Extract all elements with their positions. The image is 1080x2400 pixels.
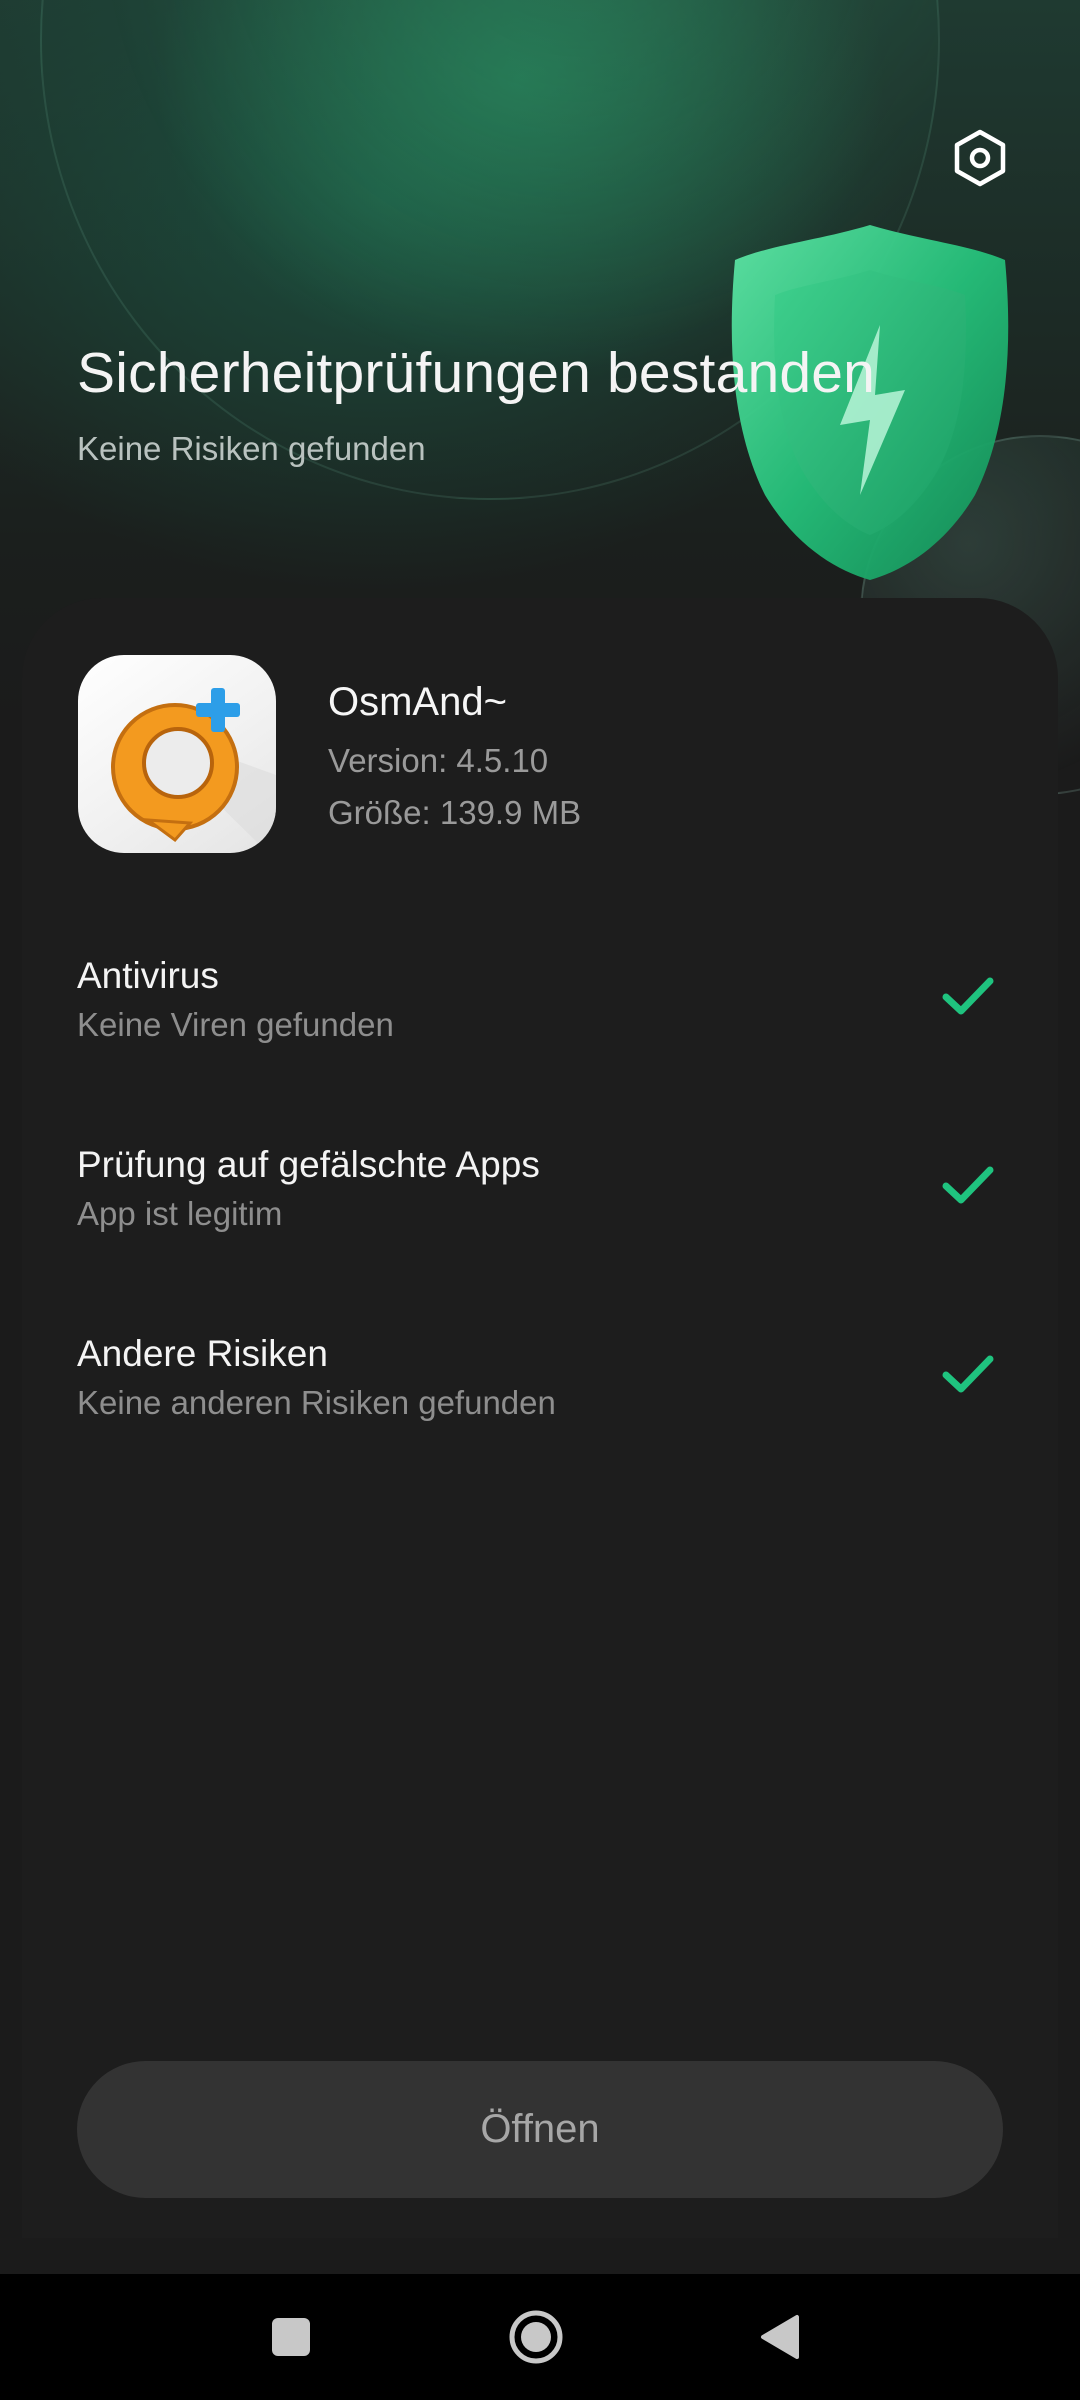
page-subtitle: Keine Risiken gefunden — [77, 430, 426, 467]
settings-hexagon-icon — [954, 129, 1006, 187]
check-subtitle: Keine Viren gefunden — [77, 1006, 394, 1043]
app-name: OsmAnd~ — [328, 680, 507, 724]
osmand-app-icon — [78, 655, 276, 853]
system-navigation-bar — [0, 2274, 1080, 2400]
home-button[interactable] — [503, 2304, 569, 2370]
check-title: Antivirus — [77, 955, 219, 996]
checkmark-icon — [942, 977, 994, 1015]
check-subtitle: App ist legitim — [77, 1195, 283, 1232]
circle-home-icon — [509, 2310, 563, 2364]
check-title: Andere Risiken — [77, 1333, 328, 1374]
check-subtitle: Keine anderen Risiken gefunden — [77, 1384, 556, 1421]
back-button[interactable] — [746, 2304, 812, 2370]
square-recents-icon — [272, 2318, 310, 2356]
app-size: Größe: 139.9 MB — [328, 794, 582, 831]
app-version: Version: 4.5.10 — [328, 742, 549, 779]
triangle-back-icon — [761, 2315, 799, 2359]
check-row-other-risks: Andere Risiken Keine anderen Risiken gef… — [0, 1333, 1080, 1483]
recents-button[interactable] — [258, 2304, 324, 2370]
page-title: Sicherheitprüfungen bestanden — [77, 341, 876, 405]
settings-button[interactable] — [950, 128, 1010, 188]
security-scan-result-screen: Sicherheitprüfungen bestanden Keine Risi… — [0, 0, 1080, 2400]
checkmark-icon — [942, 1166, 994, 1204]
open-button[interactable]: Öffnen — [77, 2061, 1003, 2198]
check-row-antivirus: Antivirus Keine Viren gefunden — [0, 955, 1080, 1105]
check-row-fake-apps: Prüfung auf gefälschte Apps App ist legi… — [0, 1144, 1080, 1294]
check-title: Prüfung auf gefälschte Apps — [77, 1144, 540, 1185]
checkmark-icon — [942, 1355, 994, 1393]
